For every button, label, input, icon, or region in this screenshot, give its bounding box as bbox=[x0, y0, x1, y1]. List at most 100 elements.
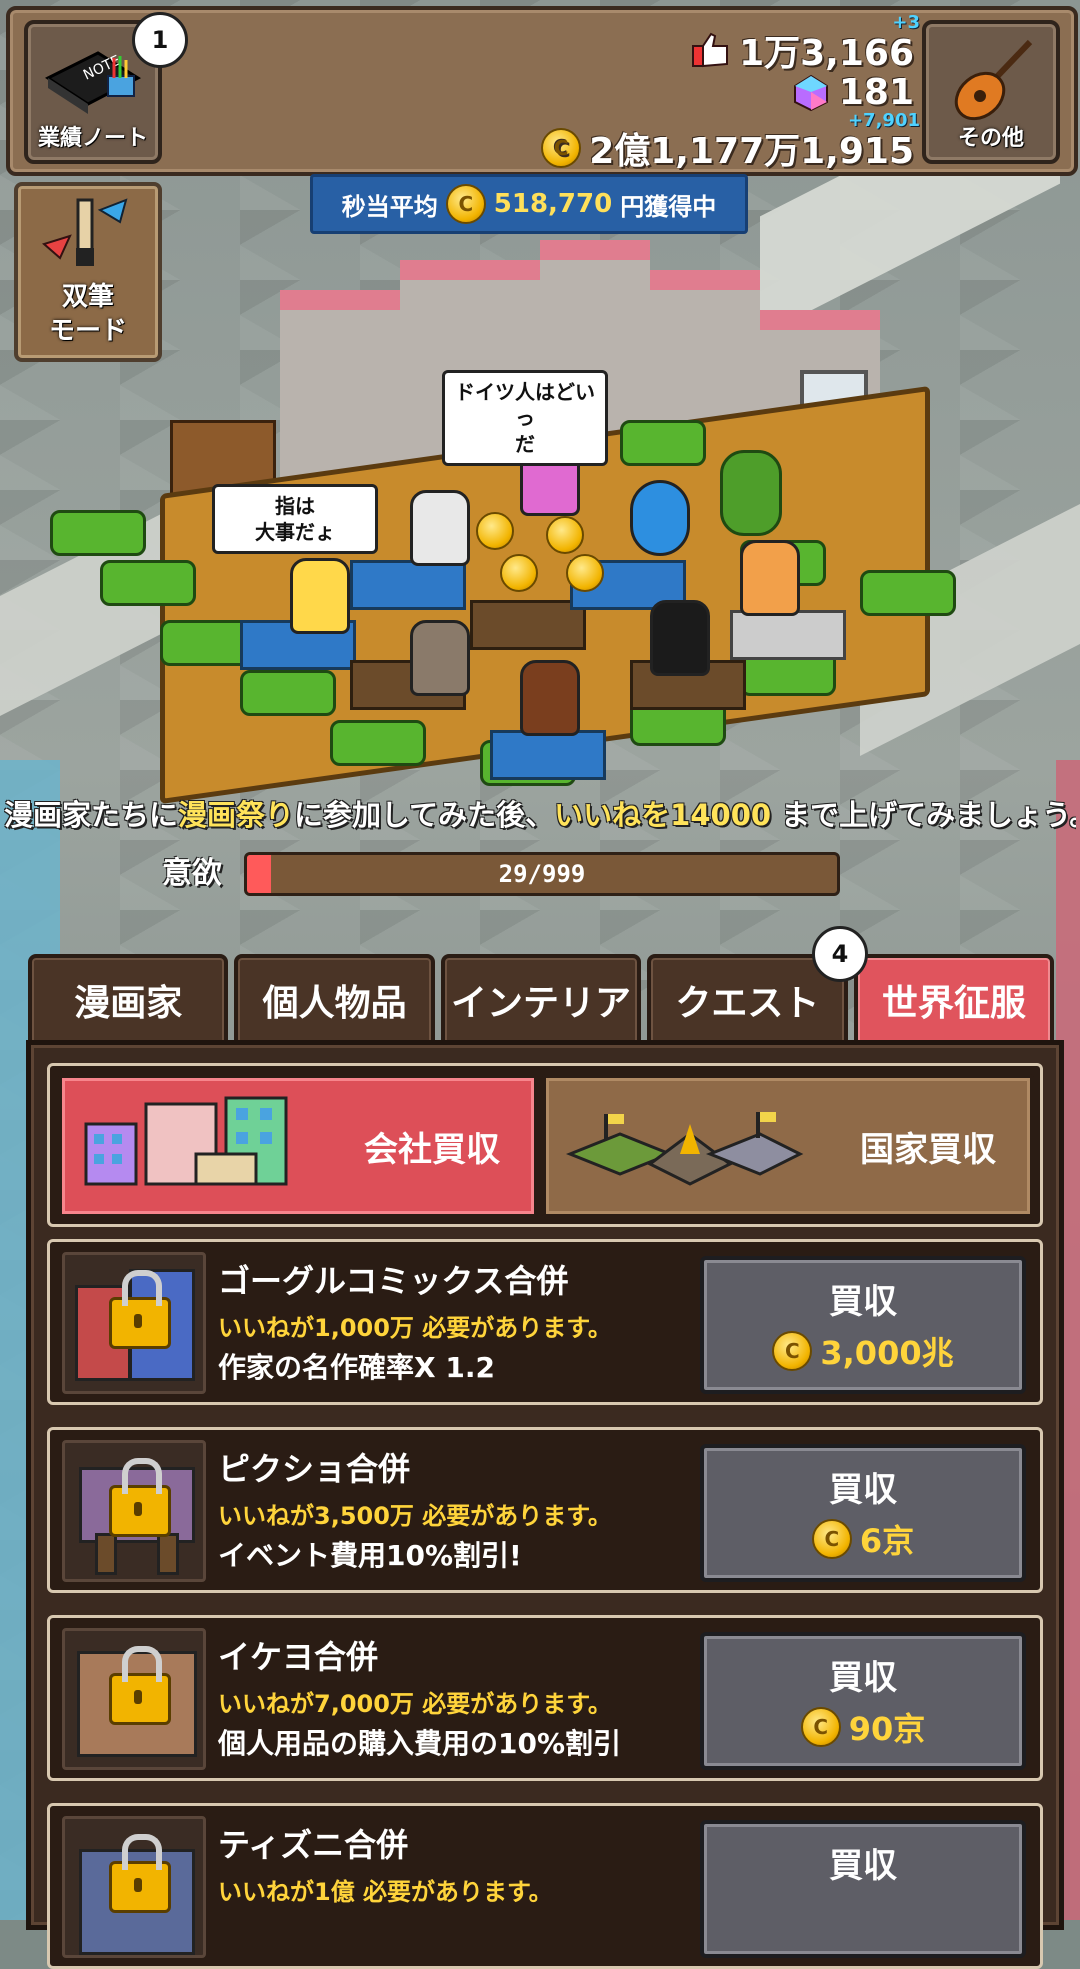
company-thumbnail bbox=[62, 1252, 206, 1394]
studio-scene[interactable]: ドイツ人はどいっ だ 指は 大事だょ bbox=[40, 240, 1040, 805]
coin-icon[interactable] bbox=[500, 554, 538, 592]
desk bbox=[470, 600, 586, 650]
tab-world-conquest[interactable]: 世界征服 bbox=[853, 954, 1055, 1042]
company-acquisition-tab[interactable]: 会社買収 bbox=[58, 1074, 538, 1218]
plant bbox=[100, 560, 196, 606]
nation-islands-art bbox=[565, 1112, 804, 1186]
gem-icon bbox=[793, 74, 828, 111]
manga-artist-character[interactable] bbox=[410, 490, 470, 566]
company-thumbnail bbox=[62, 1440, 206, 1582]
price-value: 6京 bbox=[859, 1522, 915, 1560]
acquisition-row: ピクショ合併 いいねが3,500万 必要があります。 イベント費用10%割引! … bbox=[47, 1427, 1043, 1593]
price-value: 90京 bbox=[848, 1710, 926, 1748]
other-menu-button[interactable]: その他 bbox=[922, 20, 1060, 164]
motivation-value: 29/999 bbox=[498, 860, 586, 888]
price-value: 3,000兆 bbox=[820, 1334, 954, 1372]
notebook-icon: NOTE bbox=[44, 51, 142, 114]
building-art bbox=[157, 1533, 179, 1575]
acquire-price: C 90京 bbox=[704, 1704, 1022, 1750]
motivation-bar: 29/999 bbox=[244, 852, 840, 896]
acquire-button[interactable]: 買収 C 3,000兆 bbox=[700, 1256, 1026, 1394]
acquisition-subtabs: 会社買収 国家買収 bbox=[47, 1063, 1043, 1227]
plant bbox=[50, 510, 146, 556]
company-buildings-art bbox=[84, 1096, 288, 1186]
acquisition-row: ゴーグルコミックス合併 いいねが1,000万 必要があります。 作家の名作確率X… bbox=[47, 1239, 1043, 1405]
building-art bbox=[95, 1533, 117, 1575]
potted-tree bbox=[720, 450, 782, 536]
row-title: イケヨ合併 bbox=[218, 1638, 379, 1676]
plant bbox=[860, 570, 956, 616]
acquisition-row: ティズニ合併 いいねが1億 必要があります。 買収 bbox=[47, 1803, 1043, 1969]
money-counter: C 2億1,177万1,915 +7,901 bbox=[541, 110, 920, 174]
coin-icon[interactable] bbox=[546, 516, 584, 554]
gems-counter: 181 bbox=[791, 72, 914, 113]
mission-part: 漫画家たちに bbox=[4, 798, 179, 832]
manga-artist-character[interactable] bbox=[630, 480, 690, 556]
income-suffix: 円獲得中 bbox=[620, 192, 717, 221]
coin-icon[interactable] bbox=[476, 512, 514, 550]
manga-artist-character[interactable] bbox=[410, 620, 470, 696]
lock-icon bbox=[109, 1834, 171, 1913]
row-requirement: いいねが1億 必要があります。 bbox=[218, 1878, 553, 1906]
motivation-label: 意欲 bbox=[162, 856, 222, 891]
tab-personal-items[interactable]: 個人物品 bbox=[234, 954, 435, 1042]
guitar-icon bbox=[954, 39, 1033, 121]
plant bbox=[240, 670, 336, 716]
coin-icon[interactable] bbox=[566, 554, 604, 592]
speech-bubble: ドイツ人はどいっ だ bbox=[442, 370, 608, 466]
coin-icon: C bbox=[445, 184, 486, 224]
acquire-button[interactable]: 買収 C 6京 bbox=[700, 1444, 1026, 1582]
coin-icon: C bbox=[772, 1331, 813, 1371]
company-acquisition-label: 会社買収 bbox=[364, 1129, 500, 1170]
acquire-button[interactable]: 買収 C 90京 bbox=[700, 1632, 1026, 1770]
tab-interior[interactable]: インテリア bbox=[440, 954, 642, 1042]
notes-badge: 1 bbox=[132, 12, 188, 68]
acquire-button-label: 買収 bbox=[829, 1282, 897, 1322]
manga-artist-character[interactable] bbox=[740, 540, 800, 616]
mission-part: に参加してみた後、 bbox=[294, 798, 555, 832]
income-prefix: 秒当平均 bbox=[341, 192, 438, 221]
quest-badge: 4 bbox=[812, 926, 868, 982]
acquisition-row: イケヨ合併 いいねが7,000万 必要があります。 個人用品の購入費用の10%割… bbox=[47, 1615, 1043, 1781]
coin-icon: C bbox=[800, 1707, 841, 1747]
acquire-button[interactable]: 買収 bbox=[700, 1820, 1026, 1958]
mission-part: まで上げてみましょう。 bbox=[771, 798, 1076, 832]
likes-counter: 1万3,166 +3 bbox=[691, 12, 920, 76]
world-conquest-panel: 会社買収 国家買収 ゴーグルコミックス合併 いいねが1,000万 必要があります… bbox=[26, 1040, 1064, 1969]
speech-bubble: 指は 大事だょ bbox=[212, 484, 378, 554]
row-effect: 作家の名作確率X 1.2 bbox=[218, 1351, 495, 1384]
plant bbox=[620, 420, 706, 466]
row-title: ティズニ合併 bbox=[218, 1826, 409, 1864]
mission-text: 漫画家たちに漫画祭りに参加してみた後、いいねを14000 まで上げてみましょう。 bbox=[4, 792, 1076, 836]
acquire-button-label: 買収 bbox=[829, 1658, 897, 1698]
money-delta: +7,901 bbox=[847, 110, 920, 131]
income-rate-banner: 秒当平均 C 518,770 円獲得中 bbox=[310, 174, 748, 234]
mission-highlight: いいねを14000 bbox=[554, 798, 772, 832]
nation-acquisition-tab[interactable]: 国家買収 bbox=[542, 1074, 1034, 1218]
manga-artist-character[interactable] bbox=[650, 600, 710, 676]
other-menu-label: その他 bbox=[957, 126, 1024, 151]
lock-icon bbox=[109, 1458, 171, 1537]
row-title: ゴーグルコミックス合併 bbox=[218, 1262, 569, 1300]
row-requirement: いいねが1,000万 必要があります。 bbox=[218, 1314, 612, 1342]
manga-artist-character[interactable] bbox=[290, 558, 350, 634]
acquire-button-label: 買収 bbox=[829, 1846, 897, 1886]
achievement-notes-label: 業績ノート bbox=[37, 126, 148, 151]
desk bbox=[350, 560, 466, 610]
company-thumbnail bbox=[62, 1816, 206, 1958]
mission-highlight: 漫画祭り bbox=[178, 798, 295, 832]
manga-artist-character[interactable] bbox=[520, 660, 580, 736]
coin-icon: C bbox=[811, 1519, 852, 1559]
tab-manga-artists[interactable]: 漫画家 bbox=[28, 954, 229, 1042]
row-requirement: いいねが3,500万 必要があります。 bbox=[218, 1502, 612, 1530]
row-effect: 個人用品の購入費用の10%割引 bbox=[218, 1727, 622, 1760]
acquire-price: C 6京 bbox=[704, 1516, 1022, 1562]
row-effect: イベント費用10%割引! bbox=[218, 1539, 522, 1572]
income-amount: 518,770 bbox=[493, 189, 613, 219]
acquire-button-label: 買収 bbox=[829, 1470, 897, 1510]
lock-icon bbox=[109, 1270, 171, 1349]
main-tabs: 漫画家 個人物品 インテリア クエスト 世界征服 bbox=[28, 954, 1055, 1042]
likes-value: 1万3,166 bbox=[739, 33, 914, 74]
thumbs-up-icon bbox=[692, 32, 729, 68]
company-thumbnail bbox=[62, 1628, 206, 1770]
